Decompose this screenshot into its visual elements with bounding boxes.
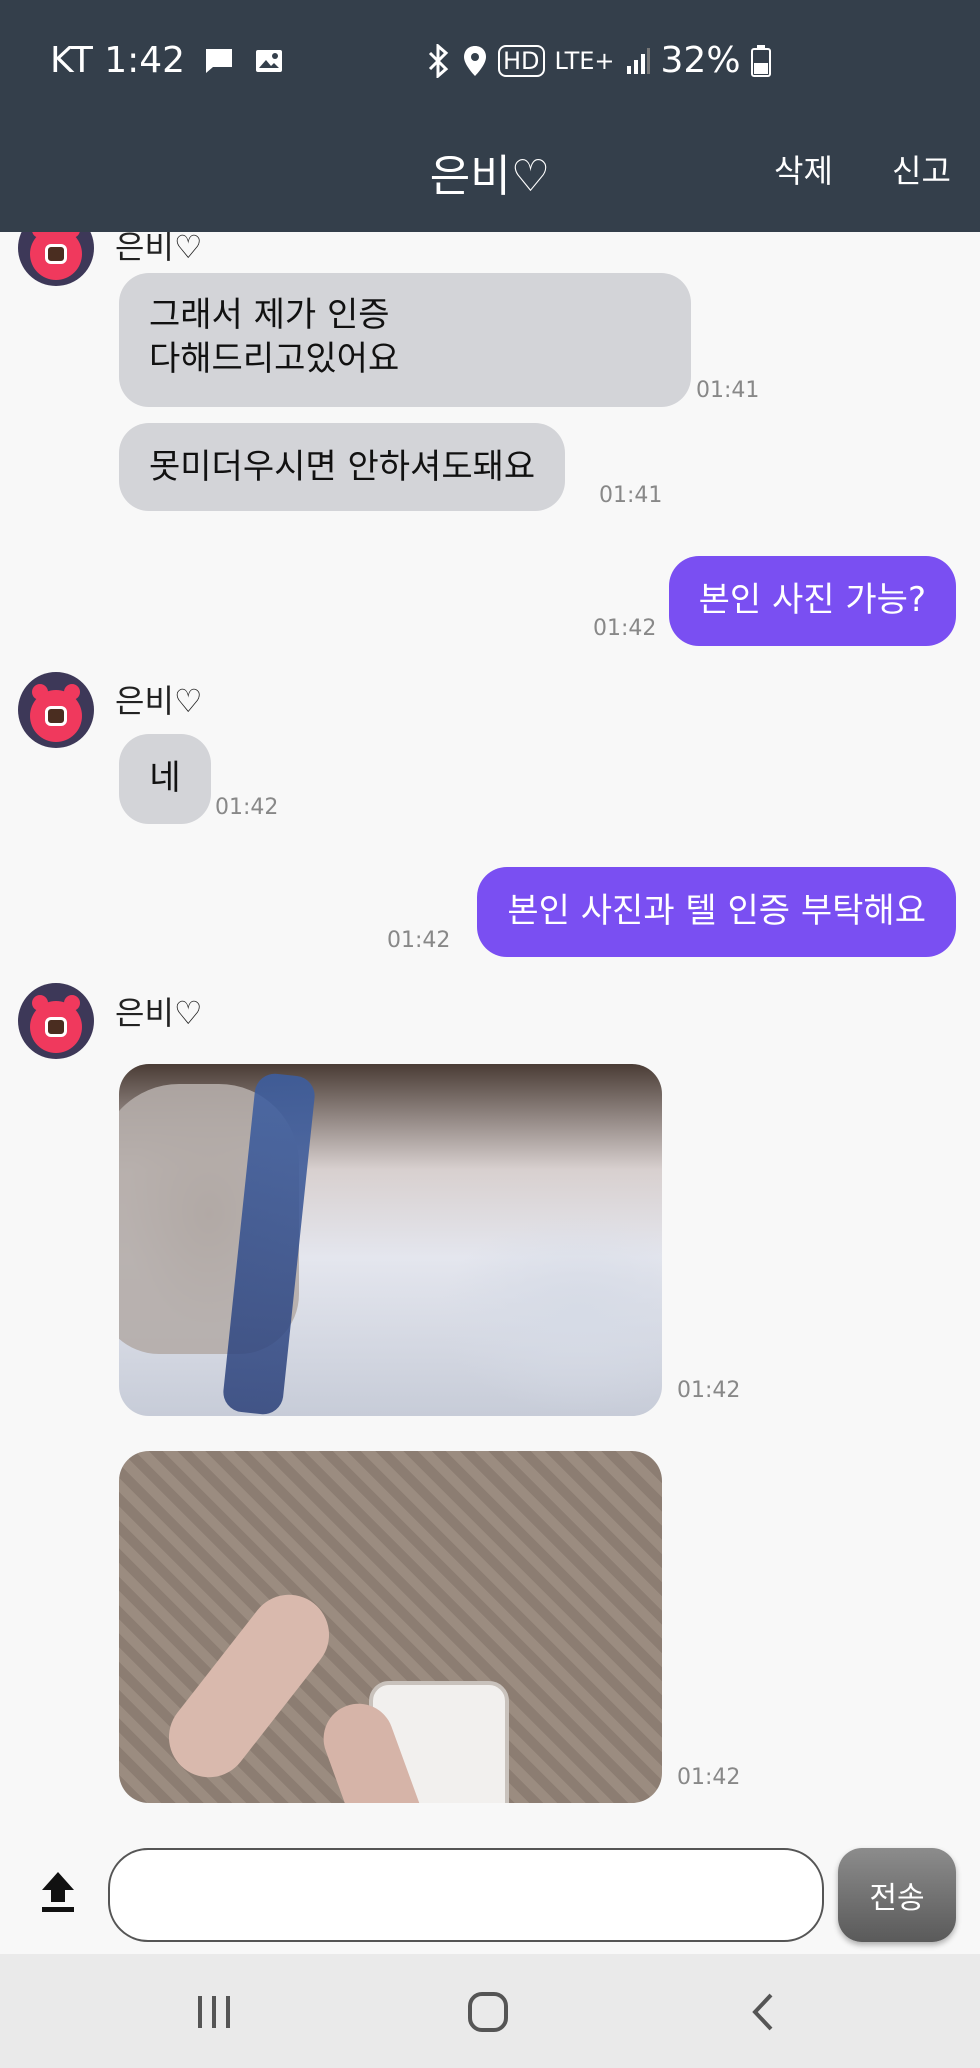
carrier-time: KT 1:42: [50, 40, 186, 81]
signal-icon: [626, 47, 650, 74]
send-button[interactable]: 전송: [838, 1848, 956, 1942]
image-notification-icon: [256, 49, 283, 72]
status-right: HD LTE+ 32%: [424, 40, 771, 81]
message-bubble: 그래서 제가 인증 다해드리고있어요: [119, 273, 691, 407]
battery-icon: [750, 44, 771, 77]
message-bubble-outgoing: 본인 사진과 텔 인증 부탁해요: [477, 867, 956, 957]
message-line: 그래서 제가 인증: [149, 295, 390, 335]
battery-percent: 32%: [660, 40, 741, 81]
photo-message[interactable]: [119, 1451, 662, 1803]
system-nav-bar: [0, 1954, 980, 2068]
message-bubble-outgoing: 본인 사진 가능?: [668, 556, 956, 646]
message-time: 01:41: [696, 378, 760, 403]
message-time: 01:42: [677, 1765, 741, 1790]
home-icon[interactable]: [458, 1982, 518, 2042]
hd-indicator: HD: [498, 44, 545, 77]
back-icon[interactable]: [732, 1982, 792, 2042]
location-icon: [464, 45, 486, 76]
message-time: 01:42: [677, 1378, 741, 1403]
app-header: KT 1:42 HD LTE+ 32% 은비♡ 삭제 신고: [0, 0, 980, 232]
avatar[interactable]: [18, 983, 94, 1059]
chat-title: 은비♡: [429, 151, 551, 202]
bluetooth-icon: [428, 43, 449, 78]
message-bubble: 네: [119, 734, 211, 824]
message-time: 01:42: [215, 795, 279, 820]
upload-icon[interactable]: [38, 1870, 78, 1914]
delete-button[interactable]: 삭제: [774, 146, 833, 192]
recent-apps-icon[interactable]: [184, 1982, 244, 2042]
message-notification-icon: [206, 48, 233, 73]
avatar[interactable]: [18, 672, 94, 748]
message-line: 다해드리고있어요: [149, 339, 400, 379]
status-left: KT 1:42: [50, 40, 285, 81]
report-button[interactable]: 신고: [892, 146, 951, 192]
sender-name: 은비♡: [115, 682, 203, 720]
message-time: 01:41: [599, 483, 663, 508]
message-time: 01:42: [593, 616, 657, 641]
network-type: LTE+: [554, 46, 615, 75]
message-bubble: 못미더우시면 안하셔도돼요: [119, 423, 566, 511]
sender-name: 은비♡: [115, 994, 203, 1032]
photo-message[interactable]: [119, 1064, 662, 1416]
message-input[interactable]: [108, 1848, 824, 1942]
message-time: 01:42: [387, 928, 451, 953]
